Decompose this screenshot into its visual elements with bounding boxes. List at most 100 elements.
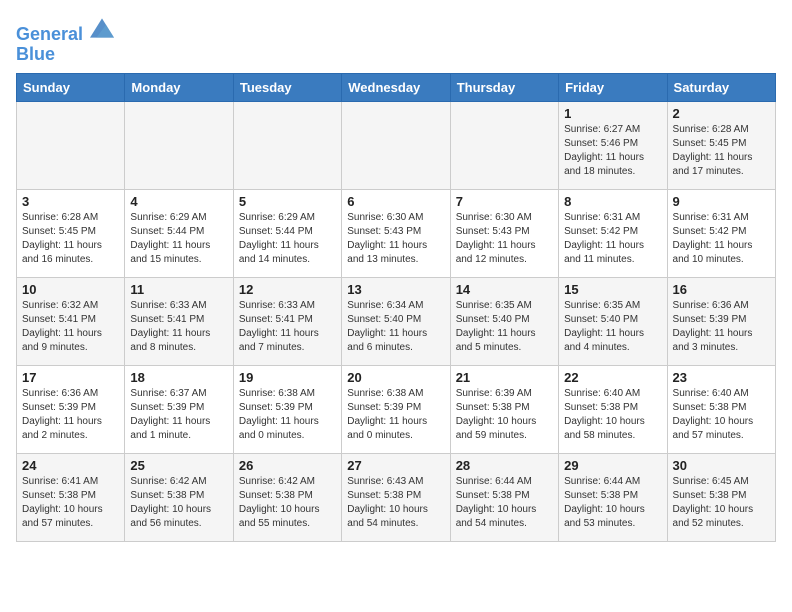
day-number: 21: [456, 370, 553, 385]
day-info: Sunrise: 6:39 AM Sunset: 5:38 PM Dayligh…: [456, 387, 553, 443]
day-info: Sunrise: 6:29 AM Sunset: 5:44 PM Dayligh…: [239, 211, 336, 267]
day-header-wednesday: Wednesday: [342, 73, 450, 101]
day-number: 6: [347, 194, 444, 209]
day-number: 24: [22, 458, 119, 473]
day-info: Sunrise: 6:40 AM Sunset: 5:38 PM Dayligh…: [564, 387, 661, 443]
calendar-cell: 30 Sunrise: 6:45 AM Sunset: 5:38 PM Dayli…: [667, 453, 775, 541]
calendar-cell: 24 Sunrise: 6:41 AM Sunset: 5:38 PM Dayli…: [17, 453, 125, 541]
day-info: Sunrise: 6:35 AM Sunset: 5:40 PM Dayligh…: [456, 299, 553, 355]
day-header-sunday: Sunday: [17, 73, 125, 101]
calendar-cell: 21 Sunrise: 6:39 AM Sunset: 5:38 PM Dayli…: [450, 365, 558, 453]
day-number: 14: [456, 282, 553, 297]
day-info: Sunrise: 6:42 AM Sunset: 5:38 PM Dayligh…: [239, 475, 336, 531]
day-info: Sunrise: 6:32 AM Sunset: 5:41 PM Dayligh…: [22, 299, 119, 355]
calendar-cell: 13 Sunrise: 6:34 AM Sunset: 5:40 PM Dayli…: [342, 277, 450, 365]
day-header-tuesday: Tuesday: [233, 73, 341, 101]
day-info: Sunrise: 6:28 AM Sunset: 5:45 PM Dayligh…: [673, 123, 770, 179]
logo-text: General Blue: [16, 16, 114, 65]
day-number: 4: [130, 194, 227, 209]
day-info: Sunrise: 6:30 AM Sunset: 5:43 PM Dayligh…: [456, 211, 553, 267]
day-info: Sunrise: 6:36 AM Sunset: 5:39 PM Dayligh…: [22, 387, 119, 443]
day-number: 10: [22, 282, 119, 297]
calendar-cell: [450, 101, 558, 189]
day-number: 5: [239, 194, 336, 209]
day-info: Sunrise: 6:44 AM Sunset: 5:38 PM Dayligh…: [564, 475, 661, 531]
day-number: 12: [239, 282, 336, 297]
calendar-week-4: 17 Sunrise: 6:36 AM Sunset: 5:39 PM Dayli…: [17, 365, 776, 453]
day-number: 13: [347, 282, 444, 297]
day-info: Sunrise: 6:34 AM Sunset: 5:40 PM Dayligh…: [347, 299, 444, 355]
calendar-cell: 10 Sunrise: 6:32 AM Sunset: 5:41 PM Dayli…: [17, 277, 125, 365]
day-number: 28: [456, 458, 553, 473]
day-number: 27: [347, 458, 444, 473]
day-header-thursday: Thursday: [450, 73, 558, 101]
calendar-cell: 2Sunrise: 6:28 AM Sunset: 5:45 PM Daylig…: [667, 101, 775, 189]
day-number: 1: [564, 106, 661, 121]
day-info: Sunrise: 6:29 AM Sunset: 5:44 PM Dayligh…: [130, 211, 227, 267]
day-info: Sunrise: 6:36 AM Sunset: 5:39 PM Dayligh…: [673, 299, 770, 355]
calendar-body: 1 Sunrise: 6:27 AM Sunset: 5:46 PM Daylig…: [17, 101, 776, 541]
day-info: Sunrise: 6:38 AM Sunset: 5:39 PM Dayligh…: [239, 387, 336, 443]
day-number: 9: [673, 194, 770, 209]
calendar-cell: 12 Sunrise: 6:33 AM Sunset: 5:41 PM Dayli…: [233, 277, 341, 365]
day-info: Sunrise: 6:45 AM Sunset: 5:38 PM Dayligh…: [673, 475, 770, 531]
day-number: 15: [564, 282, 661, 297]
calendar-cell: 1 Sunrise: 6:27 AM Sunset: 5:46 PM Daylig…: [559, 101, 667, 189]
day-number: 18: [130, 370, 227, 385]
day-number: 30: [673, 458, 770, 473]
calendar-cell: 28Sunrise: 6:44 AM Sunset: 5:38 PM Dayli…: [450, 453, 558, 541]
calendar-cell: 23 Sunrise: 6:40 AM Sunset: 5:38 PM Dayli…: [667, 365, 775, 453]
day-info: Sunrise: 6:38 AM Sunset: 5:39 PM Dayligh…: [347, 387, 444, 443]
calendar-cell: 3Sunrise: 6:28 AM Sunset: 5:45 PM Daylig…: [17, 189, 125, 277]
logo: General Blue: [16, 16, 114, 65]
day-number: 19: [239, 370, 336, 385]
day-header-friday: Friday: [559, 73, 667, 101]
day-number: 29: [564, 458, 661, 473]
day-number: 8: [564, 194, 661, 209]
calendar-table: SundayMondayTuesdayWednesdayThursdayFrid…: [16, 73, 776, 542]
day-info: Sunrise: 6:31 AM Sunset: 5:42 PM Dayligh…: [564, 211, 661, 267]
day-number: 23: [673, 370, 770, 385]
day-number: 26: [239, 458, 336, 473]
day-number: 3: [22, 194, 119, 209]
calendar-cell: 4 Sunrise: 6:29 AM Sunset: 5:44 PM Daylig…: [125, 189, 233, 277]
calendar-cell: 7 Sunrise: 6:30 AM Sunset: 5:43 PM Daylig…: [450, 189, 558, 277]
day-number: 25: [130, 458, 227, 473]
calendar-cell: 6 Sunrise: 6:30 AM Sunset: 5:43 PM Daylig…: [342, 189, 450, 277]
page-header: General Blue: [16, 16, 776, 65]
calendar-cell: 17 Sunrise: 6:36 AM Sunset: 5:39 PM Dayli…: [17, 365, 125, 453]
day-info: Sunrise: 6:35 AM Sunset: 5:40 PM Dayligh…: [564, 299, 661, 355]
day-number: 16: [673, 282, 770, 297]
day-number: 17: [22, 370, 119, 385]
day-info: Sunrise: 6:41 AM Sunset: 5:38 PM Dayligh…: [22, 475, 119, 531]
day-info: Sunrise: 6:33 AM Sunset: 5:41 PM Dayligh…: [239, 299, 336, 355]
calendar-cell: 8 Sunrise: 6:31 AM Sunset: 5:42 PM Daylig…: [559, 189, 667, 277]
calendar-cell: 15 Sunrise: 6:35 AM Sunset: 5:40 PM Dayli…: [559, 277, 667, 365]
day-info: Sunrise: 6:30 AM Sunset: 5:43 PM Dayligh…: [347, 211, 444, 267]
day-number: 7: [456, 194, 553, 209]
calendar-cell: 29 Sunrise: 6:44 AM Sunset: 5:38 PM Dayli…: [559, 453, 667, 541]
calendar-cell: 25Sunrise: 6:42 AM Sunset: 5:38 PM Dayli…: [125, 453, 233, 541]
day-number: 20: [347, 370, 444, 385]
calendar-cell: 11Sunrise: 6:33 AM Sunset: 5:41 PM Dayli…: [125, 277, 233, 365]
calendar-cell: 9Sunrise: 6:31 AM Sunset: 5:42 PM Daylig…: [667, 189, 775, 277]
calendar-cell: 22 Sunrise: 6:40 AM Sunset: 5:38 PM Dayli…: [559, 365, 667, 453]
day-header-monday: Monday: [125, 73, 233, 101]
calendar-cell: 20 Sunrise: 6:38 AM Sunset: 5:39 PM Dayli…: [342, 365, 450, 453]
calendar-cell: 19 Sunrise: 6:38 AM Sunset: 5:39 PM Dayli…: [233, 365, 341, 453]
calendar-header-row: SundayMondayTuesdayWednesdayThursdayFrid…: [17, 73, 776, 101]
day-header-saturday: Saturday: [667, 73, 775, 101]
day-info: Sunrise: 6:33 AM Sunset: 5:41 PM Dayligh…: [130, 299, 227, 355]
calendar-cell: [17, 101, 125, 189]
calendar-cell: 27Sunrise: 6:43 AM Sunset: 5:38 PM Dayli…: [342, 453, 450, 541]
calendar-cell: 26 Sunrise: 6:42 AM Sunset: 5:38 PM Dayli…: [233, 453, 341, 541]
calendar-week-3: 10 Sunrise: 6:32 AM Sunset: 5:41 PM Dayli…: [17, 277, 776, 365]
day-info: Sunrise: 6:37 AM Sunset: 5:39 PM Dayligh…: [130, 387, 227, 443]
day-info: Sunrise: 6:27 AM Sunset: 5:46 PM Dayligh…: [564, 123, 661, 179]
calendar-cell: [125, 101, 233, 189]
calendar-week-2: 3Sunrise: 6:28 AM Sunset: 5:45 PM Daylig…: [17, 189, 776, 277]
calendar-cell: [233, 101, 341, 189]
day-info: Sunrise: 6:40 AM Sunset: 5:38 PM Dayligh…: [673, 387, 770, 443]
calendar-cell: 16 Sunrise: 6:36 AM Sunset: 5:39 PM Dayli…: [667, 277, 775, 365]
day-number: 22: [564, 370, 661, 385]
